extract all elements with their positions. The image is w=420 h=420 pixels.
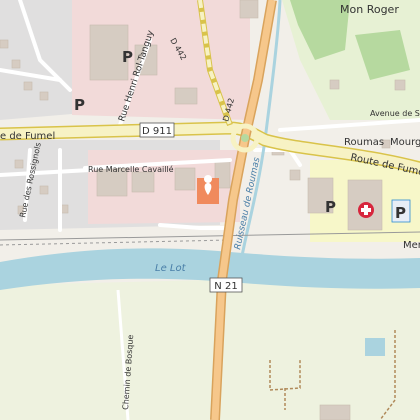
svg-text:P: P — [395, 204, 406, 222]
road-shield-d911: D 911 — [139, 122, 175, 138]
map-view[interactable]: P P P P D 911 N 21 Mon Roger Roumas Mour… — [0, 0, 420, 420]
location-marker-icon[interactable] — [197, 175, 219, 204]
place-label-mer: Mer — [403, 240, 420, 251]
road-label-avenue-de-sc: Avenue de Sc — [370, 109, 420, 118]
parking-icon[interactable]: P — [391, 199, 411, 223]
road-label-route-de-fumel-west: e de Fumel — [0, 131, 55, 142]
svg-text:P: P — [325, 198, 336, 216]
svg-text:P: P — [122, 48, 133, 66]
place-label-roumas: Roumas — [344, 137, 384, 148]
roundabout-center — [241, 134, 249, 142]
parking-icon[interactable]: P — [74, 96, 85, 114]
parking-icon[interactable]: P — [122, 48, 133, 66]
place-label-mourg: Mourg — [390, 137, 420, 148]
map-canvas: P P P P D 911 N 21 Mon Roger Roumas Mour… — [0, 0, 420, 420]
water-label-le-lot: Le Lot — [155, 263, 187, 274]
road-shield-n21: N 21 — [209, 277, 243, 293]
farmland-south — [0, 275, 420, 420]
place-label-mon-roger: Mon Roger — [340, 3, 399, 16]
pond — [365, 338, 385, 356]
svg-text:P: P — [74, 96, 85, 114]
road-label-rue-marcelle-cavaille: Rue Marcelle Cavaillé — [88, 164, 174, 174]
parking-icon[interactable]: P — [325, 198, 336, 216]
hospital-icon[interactable] — [358, 202, 374, 218]
svg-text:N 21: N 21 — [214, 281, 237, 292]
svg-text:D 911: D 911 — [142, 126, 172, 137]
